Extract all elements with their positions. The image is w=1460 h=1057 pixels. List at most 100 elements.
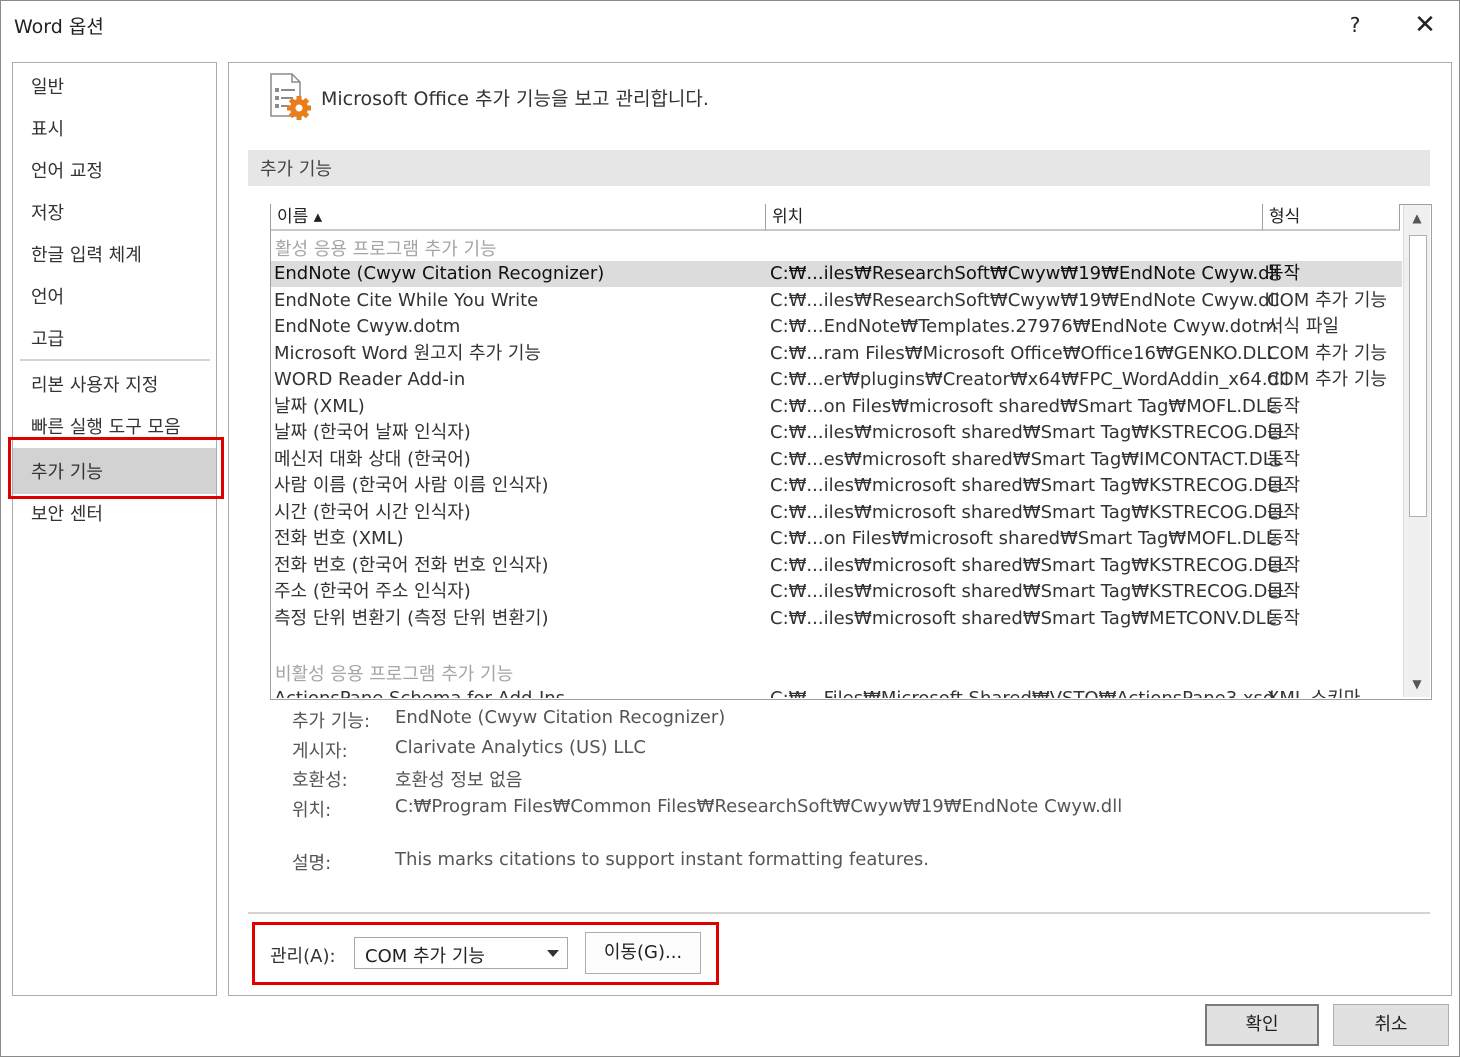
list-row[interactable]: 측정 단위 변환기 (측정 단위 변환기) C:₩...iles₩microso… [271,606,1402,632]
row-name: Microsoft Word 원고지 추가 기능 [274,343,541,364]
cancel-button[interactable]: 취소 [1333,1004,1449,1046]
row-location: C:₩...er₩plugins₩Creator₩x64₩FPC_WordAdd… [770,369,1290,390]
list-row[interactable]: 시간 (한국어 시간 인식자) C:₩...iles₩microsoft sha… [271,500,1402,526]
nav-item-advanced[interactable]: 고급 [31,325,64,351]
nav-item-display[interactable]: 표시 [31,115,64,141]
row-name: 날짜 (XML) [274,396,365,417]
row-location: C:₩...iles₩microsoft shared₩Smart Tag₩KS… [770,502,1288,523]
nav-item-trust-center[interactable]: 보안 센터 [31,500,103,526]
row-type: 동작 [1267,449,1301,470]
title-bar: Word 옵션 ? ✕ [0,0,1460,50]
row-type: 동작 [1267,396,1301,417]
row-name: 주소 (한국어 주소 인식자) [274,581,471,602]
nav-item-quick-access-toolbar[interactable]: 빠른 실행 도구 모음 [31,413,181,439]
ok-button[interactable]: 확인 [1205,1004,1319,1046]
row-name: ActionsPane Schema for Add-Ins [274,686,565,698]
row-type: 동작 [1267,475,1301,496]
detail-desc-label: 설명: [292,853,332,874]
detail-compat-value: 호환성 정보 없음 [395,770,523,791]
row-type: 서식 파일 [1267,316,1339,337]
row-location: C:₩...iles₩microsoft shared₩Smart Tag₩KS… [770,422,1288,443]
list-row[interactable]: EndNote Cite While You Write C:₩...iles₩… [271,288,1402,314]
list-row[interactable]: 전화 번호 (XML) C:₩...on Files₩microsoft sha… [271,526,1402,552]
row-name: 측정 단위 변환기 (측정 단위 변환기) [274,608,549,629]
row-location: C:₩...Files₩Microsoft Shared₩VSTO₩Action… [770,686,1274,698]
row-location: C:₩...iles₩microsoft shared₩Smart Tag₩KS… [770,581,1288,602]
row-location: C:₩...es₩microsoft shared₩Smart Tag₩IMCO… [770,449,1283,470]
nav-item-add-ins[interactable]: 추가 기능 [31,458,103,484]
detail-publisher-label: 게시자: [292,741,348,762]
list-row[interactable]: 사람 이름 (한국어 사람 이름 인식자) C:₩...iles₩microso… [271,473,1402,499]
row-type: 동작 [1267,263,1301,284]
row-name: 전화 번호 (XML) [274,528,404,549]
list-scrollbar[interactable]: ▲ ▼ [1403,205,1430,697]
row-type: 동작 [1267,555,1301,576]
window-title: Word 옵션 [14,16,104,38]
nav-item-language[interactable]: 언어 [31,283,64,309]
detail-desc-value: This marks citations to support instant … [395,849,929,870]
column-header-location[interactable]: 위치 [766,204,1263,231]
row-type: 동작 [1267,528,1301,549]
nav-item-proofing[interactable]: 언어 교정 [31,157,103,183]
row-name: 메신저 대화 상대 (한국어) [274,449,471,470]
row-location: C:₩...ram Files₩Microsoft Office₩Office1… [770,343,1277,364]
manage-dropdown-value: COM 추가 기능 [365,946,485,967]
detail-addin-label: 추가 기능: [292,711,371,732]
nav-item-korean-input[interactable]: 한글 입력 체계 [31,241,142,267]
manage-dropdown[interactable]: COM 추가 기능 [354,937,568,969]
list-row[interactable]: Microsoft Word 원고지 추가 기능 C:₩...ram Files… [271,341,1402,367]
chevron-down-icon [547,950,559,957]
manage-separator [248,912,1430,914]
add-ins-settings-icon [270,73,311,120]
list-row[interactable]: 주소 (한국어 주소 인식자) C:₩...iles₩microsoft sha… [271,579,1402,605]
row-name: 사람 이름 (한국어 사람 이름 인식자) [274,475,549,496]
active-group-header: 활성 응용 프로그램 추가 기능 [275,239,497,260]
nav-item-save[interactable]: 저장 [31,199,64,225]
nav-item-customize-ribbon[interactable]: 리본 사용자 지정 [31,371,158,397]
scroll-down-arrow-icon[interactable]: ▼ [1404,671,1430,697]
row-type: COM 추가 기능 [1267,369,1387,390]
row-type: XML 스키마 [1267,686,1360,698]
row-location: C:₩...iles₩microsoft shared₩Smart Tag₩KS… [770,555,1288,576]
help-button[interactable]: ? [1340,10,1370,40]
row-type: 동작 [1267,608,1301,629]
list-row[interactable]: EndNote Cwyw.dotm C:₩...EndNote₩Template… [271,314,1402,340]
row-type: COM 추가 기능 [1267,290,1387,311]
row-name: EndNote Cwyw.dotm [274,316,461,337]
options-nav: 일반 표시 언어 교정 저장 한글 입력 체계 언어 고급 리본 사용자 지정 … [12,62,217,996]
manage-label: 관리(A): [270,946,336,967]
nav-item-general[interactable]: 일반 [31,73,64,99]
detail-compat-label: 호환성: [292,770,348,791]
row-location: C:₩...on Files₩microsoft shared₩Smart Ta… [770,528,1276,549]
row-type: 동작 [1267,581,1301,602]
column-header-type[interactable]: 형식 [1263,204,1400,231]
nav-separator [20,359,210,361]
row-location: C:₩...iles₩ResearchSoft₩Cwyw₩19₩EndNote … [770,263,1280,284]
column-header-name[interactable]: 이름 ▴ [271,204,766,231]
inactive-group-header: 비활성 응용 프로그램 추가 기능 [275,664,514,685]
section-title: 추가 기능 [260,159,332,180]
detail-location-value: C:₩Program Files₩Common Files₩ResearchSo… [395,796,1123,817]
list-row[interactable]: EndNote (Cwyw Citation Recognizer) C:₩..… [271,261,1402,287]
row-location: C:₩...EndNote₩Templates.27976₩EndNote Cw… [770,316,1277,337]
close-button[interactable]: ✕ [1410,10,1440,40]
row-location: C:₩...on Files₩microsoft shared₩Smart Ta… [770,396,1276,417]
list-row[interactable]: WORD Reader Add-in C:₩...er₩plugins₩Crea… [271,367,1402,393]
list-row[interactable]: 메신저 대화 상대 (한국어) C:₩...es₩microsoft share… [271,447,1402,473]
row-location: C:₩...iles₩microsoft shared₩Smart Tag₩ME… [770,608,1276,629]
list-row[interactable]: 날짜 (한국어 날짜 인식자) C:₩...iles₩microsoft sha… [271,420,1402,446]
list-row[interactable]: 날짜 (XML) C:₩...on Files₩microsoft shared… [271,394,1402,420]
row-name: EndNote Cite While You Write [274,290,539,311]
row-name: 날짜 (한국어 날짜 인식자) [274,422,471,443]
row-name: 시간 (한국어 시간 인식자) [274,502,471,523]
row-name: 전화 번호 (한국어 전화 번호 인식자) [274,555,549,576]
row-type: 동작 [1267,502,1301,523]
scroll-thumb[interactable] [1409,235,1427,517]
row-name: EndNote (Cwyw Citation Recognizer) [274,263,605,284]
go-button[interactable]: 이동(G)... [585,932,701,974]
list-row[interactable]: 전화 번호 (한국어 전화 번호 인식자) C:₩...iles₩microso… [271,553,1402,579]
list-row-partial[interactable]: ActionsPane Schema for Add-Ins C:₩...Fil… [271,686,1402,698]
detail-publisher-value: Clarivate Analytics (US) LLC [395,737,646,758]
scroll-up-arrow-icon[interactable]: ▲ [1404,205,1430,231]
row-type: 동작 [1267,422,1301,443]
